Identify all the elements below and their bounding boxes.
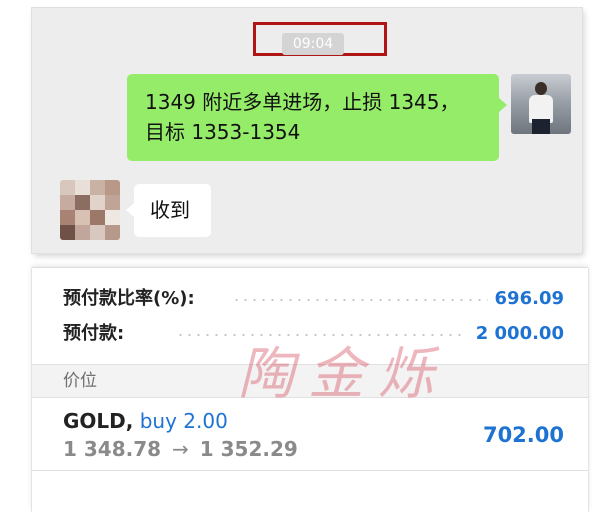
- dotted-leader: [232, 299, 488, 301]
- avatar-mosaic-cell: [90, 195, 105, 210]
- margin-label: 预付款:: [63, 323, 125, 344]
- avatar-mosaic-cell: [75, 180, 90, 195]
- avatar-mosaic-cell: [105, 210, 120, 225]
- margin-level-row: 预付款比率(%): 696.09: [32, 284, 588, 314]
- avatar-mosaic-cell: [60, 195, 75, 210]
- trading-panel: 预付款比率(%): 696.09 预付款: 2 000.00 价位 GOLD, …: [32, 268, 588, 512]
- received-message-bubble[interactable]: 收到: [126, 184, 211, 237]
- position-prices: 1 348.78 → 1 352.29: [63, 436, 298, 462]
- chat-timestamp: 09:04: [282, 33, 344, 55]
- avatar-legs-shape: [532, 119, 550, 134]
- position-summary: GOLD, buy 2.00: [63, 408, 228, 434]
- avatar-mosaic-cell: [75, 195, 90, 210]
- margin-level-label: 预付款比率(%):: [63, 288, 195, 309]
- dotted-leader: [176, 334, 466, 336]
- right-arrow-icon: →: [172, 437, 189, 461]
- position-row[interactable]: GOLD, buy 2.00 1 348.78 → 1 352.29 702.0…: [32, 398, 588, 471]
- open-price: 1 348.78: [63, 437, 162, 461]
- current-price: 1 352.29: [199, 437, 298, 461]
- avatar-mosaic-cell: [75, 210, 90, 225]
- avatar-mosaic-cell: [75, 225, 90, 240]
- sent-message-line-1: 1349 附近多单进场，止损 1345，: [145, 90, 460, 114]
- chat-panel: 09:04 1349 附近多单进场，止损 1345， 目标 1353-1354: [32, 8, 582, 253]
- self-avatar[interactable]: [511, 74, 571, 134]
- avatar-mosaic-cell: [60, 225, 75, 240]
- avatar-mosaic-cell: [90, 225, 105, 240]
- screenshot-root: 09:04 1349 附近多单进场，止损 1345， 目标 1353-1354: [0, 0, 600, 512]
- position-symbol: GOLD,: [63, 409, 134, 433]
- position-direction-volume: buy 2.00: [139, 409, 228, 433]
- avatar-mosaic-cell: [105, 180, 120, 195]
- margin-row: 预付款: 2 000.00: [32, 319, 588, 349]
- margin-value: 2 000.00: [475, 323, 564, 344]
- avatar-mosaic-cell: [60, 210, 75, 225]
- received-message-text: 收到: [150, 198, 190, 222]
- avatar-mosaic-cell: [60, 180, 75, 195]
- sent-message-bubble[interactable]: 1349 附近多单进场，止损 1345， 目标 1353-1354: [127, 74, 507, 161]
- avatar-mosaic-cell: [90, 210, 105, 225]
- positions-section-header: 价位: [32, 364, 588, 398]
- avatar-head-shape: [535, 82, 547, 95]
- sent-message-line-2: 目标 1353-1354: [145, 120, 301, 144]
- avatar-mosaic-cell: [90, 180, 105, 195]
- position-profit: 702.00: [482, 423, 564, 447]
- avatar-mosaic-cell: [105, 225, 120, 240]
- margin-level-value: 696.09: [494, 288, 564, 309]
- positions-section-title: 价位: [63, 371, 97, 391]
- avatar-mosaic-cell: [105, 195, 120, 210]
- contact-avatar[interactable]: [60, 180, 120, 240]
